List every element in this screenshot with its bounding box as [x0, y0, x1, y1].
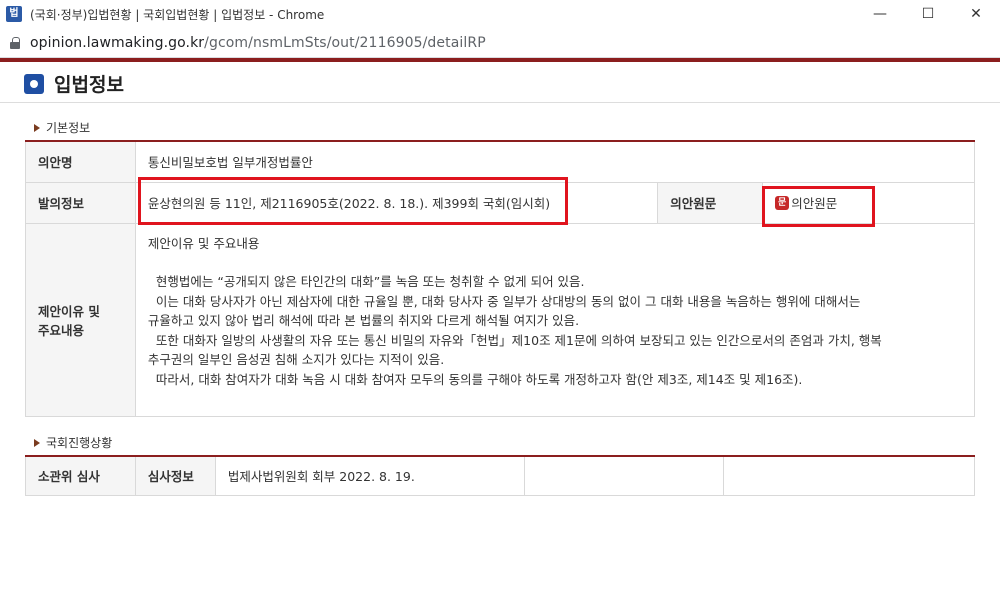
- window-controls: — ☐ ✕: [856, 0, 1000, 28]
- top-accent-bar: [0, 58, 1000, 62]
- reason-heading: 제안이유 및 주요내용: [147, 235, 260, 251]
- window-title: (국회·정부)입법현황 | 국회입법현황 | 입법정보 - Chrome: [30, 7, 325, 22]
- bill-name-label: 의안명: [25, 140, 136, 183]
- triangle-right-icon: [34, 438, 40, 447]
- reason-label: 제안이유 및 주요내용: [25, 222, 136, 417]
- address-bar[interactable]: opinion.lawmaking.go.kr/gcom/nsmLmSts/ou…: [0, 28, 1000, 58]
- highlight-box-proposal: [138, 177, 568, 225]
- original-label: 의안원문: [657, 181, 764, 224]
- minimize-button[interactable]: —: [856, 0, 904, 28]
- section-progress: 국회진행상황: [34, 434, 112, 451]
- app-icon: 법: [6, 6, 22, 22]
- lock-icon[interactable]: [10, 36, 20, 49]
- reason-line-1: 현행법에는 “공개되지 않은 타인간의 대화”를 녹음 또는 청취할 수 없게 …: [155, 274, 585, 289]
- reason-line-6: 따라서, 대화 참여자가 대화 녹음 시 대화 참여자 모두의 동의를 구해야 …: [155, 371, 803, 387]
- close-button[interactable]: ✕: [952, 0, 1000, 28]
- table-row: 의안명 통신비밀보호법 일부개정법률안: [25, 140, 976, 183]
- page-title: 입법정보: [54, 74, 124, 96]
- url-text[interactable]: opinion.lawmaking.go.kr/gcom/nsmLmSts/ou…: [30, 35, 486, 51]
- bullet-icon: [24, 73, 44, 94]
- reason-line-4: 또한 대화자 일방의 사생활의 자유 또는 통신 비밀의 자유와「헌법」제10조…: [155, 332, 882, 348]
- url-host: opinion.lawmaking.go.kr: [30, 34, 205, 51]
- maximize-button[interactable]: ☐: [904, 0, 952, 28]
- proposal-label: 발의정보: [25, 181, 136, 224]
- section-progress-title: 국회진행상황: [46, 436, 113, 450]
- table-row: 제안이유 및 주요내용 제안이유 및 주요내용 현행법에는 “공개되지 않은 타…: [25, 222, 976, 417]
- section-basic-title: 기본정보: [46, 121, 91, 135]
- reason-label-line-2: 주요내용: [38, 322, 85, 338]
- review-value: 법제사법위원회 회부 2022. 8. 19.: [214, 455, 525, 496]
- url-path: /gcom/nsmLmSts/out/2116905/detailRP: [204, 34, 486, 51]
- reason-line-2: 이는 대화 당사자가 아닌 제삼자에 대한 규율일 뿐, 대화 당사자 중 일부…: [155, 293, 861, 309]
- highlight-box-original: [762, 186, 875, 227]
- empty-cell: [723, 455, 975, 496]
- table-row: 소관위 심사 심사정보 법제사법위원회 회부 2022. 8. 19.: [25, 455, 975, 496]
- progress-table: 소관위 심사 심사정보 법제사법위원회 회부 2022. 8. 19.: [25, 455, 975, 496]
- page-header: 입법정보: [24, 70, 124, 97]
- window-titlebar: 법 (국회·정부)입법현황 | 국회입법현황 | 입법정보 - Chrome —…: [0, 0, 1000, 28]
- triangle-right-icon: [34, 123, 40, 132]
- committee-label: 소관위 심사: [25, 455, 136, 496]
- header-divider: [0, 102, 1000, 103]
- reason-label-line-1: 제안이유 및: [38, 303, 100, 319]
- reason-content: 제안이유 및 주요내용 현행법에는 “공개되지 않은 타인간의 대화”를 녹음 …: [134, 222, 976, 417]
- section-basic-info: 기본정보: [34, 119, 90, 136]
- review-label: 심사정보: [134, 455, 216, 496]
- reason-line-3: 규율하고 있지 않아 법리 해석에 따라 본 법률의 취지와 다르게 해석될 여…: [147, 313, 580, 328]
- reason-line-5: 추구권의 일부인 음성권 침해 소지가 있다는 지적이 있음.: [147, 352, 445, 367]
- empty-cell: [523, 455, 725, 496]
- bill-name-value: 통신비밀보호법 일부개정법률안: [134, 140, 976, 183]
